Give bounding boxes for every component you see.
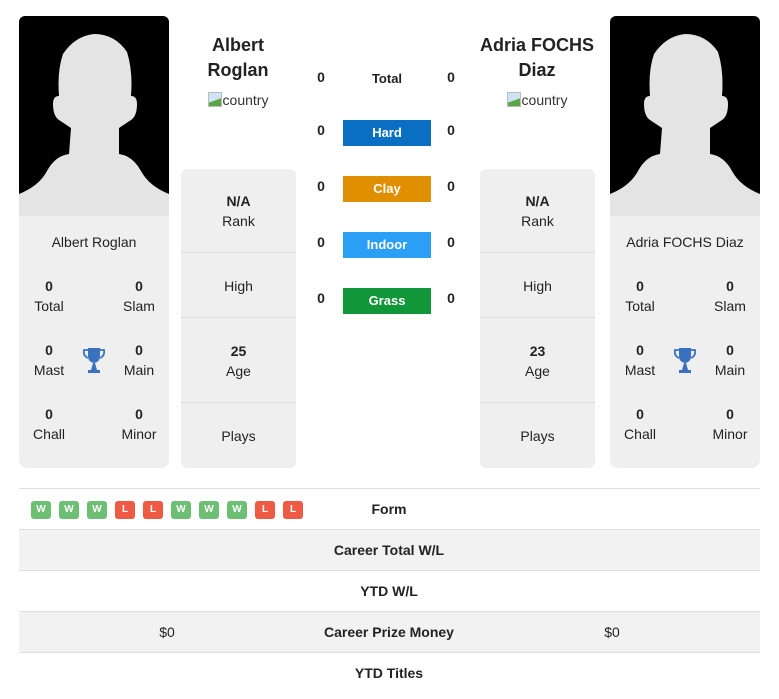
table-row: YTD W/L (19, 570, 760, 611)
player1-slam-titles: 0 Slam (123, 278, 155, 314)
surface-row-clay: 0 Clay 0 (310, 176, 462, 202)
silhouette-icon (610, 34, 760, 216)
surface-row-indoor: 0 Indoor 0 (310, 232, 462, 258)
surface-badge-indoor: Indoor (343, 232, 431, 258)
form-badge-win[interactable]: W (59, 501, 79, 519)
player2-value: $0 (604, 624, 620, 640)
player2-rank: N/A Rank (480, 169, 595, 253)
form-badge-win[interactable]: W (87, 501, 107, 519)
player1-rank: N/A Rank (181, 169, 296, 253)
player2-card-name: Adria FOCHS Diaz (626, 234, 744, 250)
player1-form-badges: WWWLLWWWLL (31, 501, 303, 519)
player1-mast-titles: 0 Mast (33, 342, 65, 378)
player1-titles-card: Albert Roglan 0 Total 0 Slam 0 Mast 0 Main 0… (19, 216, 169, 468)
row-label: Career Total W/L (333, 542, 445, 558)
player2-info-panel: N/A Rank High 23 Age Plays (480, 169, 595, 468)
player1-info-panel: N/A Rank High 25 Age Plays (181, 169, 296, 468)
player2-photo (610, 16, 760, 216)
player1-age: 25 Age (181, 318, 296, 403)
player2-age: 23 Age (480, 318, 595, 403)
surface-label-total: Total (371, 71, 403, 86)
player1-photo (19, 16, 169, 216)
player1-plays: Plays (221, 428, 256, 444)
surface-badge-clay: Clay (343, 176, 431, 202)
comparison-table: WWWLLWWWLL Form Career Total W/L YTD W/L… (19, 488, 760, 693)
player2-main-titles: 0 Main (714, 342, 746, 378)
table-row: $0 Career Prize Money $0 (19, 611, 760, 652)
broken-image-icon (506, 92, 521, 107)
player2-country-flag: country (467, 92, 607, 108)
form-badge-win[interactable]: W (31, 501, 51, 519)
table-row: Career Total W/L (19, 529, 760, 570)
player1-chall-titles: 0 Chall (33, 406, 65, 442)
player1-high: High (181, 253, 296, 318)
row-label: YTD Titles (354, 665, 424, 681)
broken-image-icon (207, 92, 222, 107)
table-row: YTD Titles (19, 652, 760, 693)
player1-minor-titles: 0 Minor (121, 406, 157, 442)
player2-mast-titles: 0 Mast (624, 342, 656, 378)
form-row: WWWLLWWWLL Form (19, 488, 760, 529)
player1-main-titles: 0 Main (123, 342, 155, 378)
player2-name-link[interactable]: Adria FOCHS Diaz (467, 33, 607, 83)
player2-high: High (480, 253, 595, 318)
player2-plays: Plays (520, 428, 555, 444)
player1-value: $0 (159, 624, 175, 640)
surface-row-total: 0 Total 0 (317, 69, 455, 86)
player1-country-flag: country (168, 92, 308, 108)
row-label: YTD W/L (360, 583, 418, 599)
silhouette-icon (19, 34, 169, 216)
form-badge-win[interactable]: W (171, 501, 191, 519)
surface-row-grass: 0 Grass 0 (310, 288, 462, 314)
trophy-icon (82, 348, 106, 373)
form-badge-win[interactable]: W (199, 501, 219, 519)
surface-badge-grass: Grass (343, 288, 431, 314)
player1-card-name: Albert Roglan (51, 234, 137, 250)
form-label: Form (371, 501, 407, 517)
player2-total-titles: 0 Total (625, 278, 655, 314)
surface-badge-hard: Hard (343, 120, 431, 146)
player2-titles-card: Adria FOCHS Diaz 0 Total 0 Slam 0 Mast 0 Mai… (610, 216, 760, 468)
player1-total-titles: 0 Total (34, 278, 64, 314)
trophy-icon (673, 348, 697, 373)
player2-slam-titles: 0 Slam (714, 278, 746, 314)
form-badge-win[interactable]: W (227, 501, 247, 519)
form-badge-loss[interactable]: L (143, 501, 163, 519)
surface-row-hard: 0 Hard 0 (310, 120, 462, 146)
player2-chall-titles: 0 Chall (624, 406, 656, 442)
row-label: Career Prize Money (324, 624, 454, 640)
form-badge-loss[interactable]: L (283, 501, 303, 519)
form-badge-loss[interactable]: L (115, 501, 135, 519)
player1-name-link[interactable]: Albert Roglan (168, 33, 308, 83)
form-badge-loss[interactable]: L (255, 501, 275, 519)
player2-minor-titles: 0 Minor (712, 406, 748, 442)
